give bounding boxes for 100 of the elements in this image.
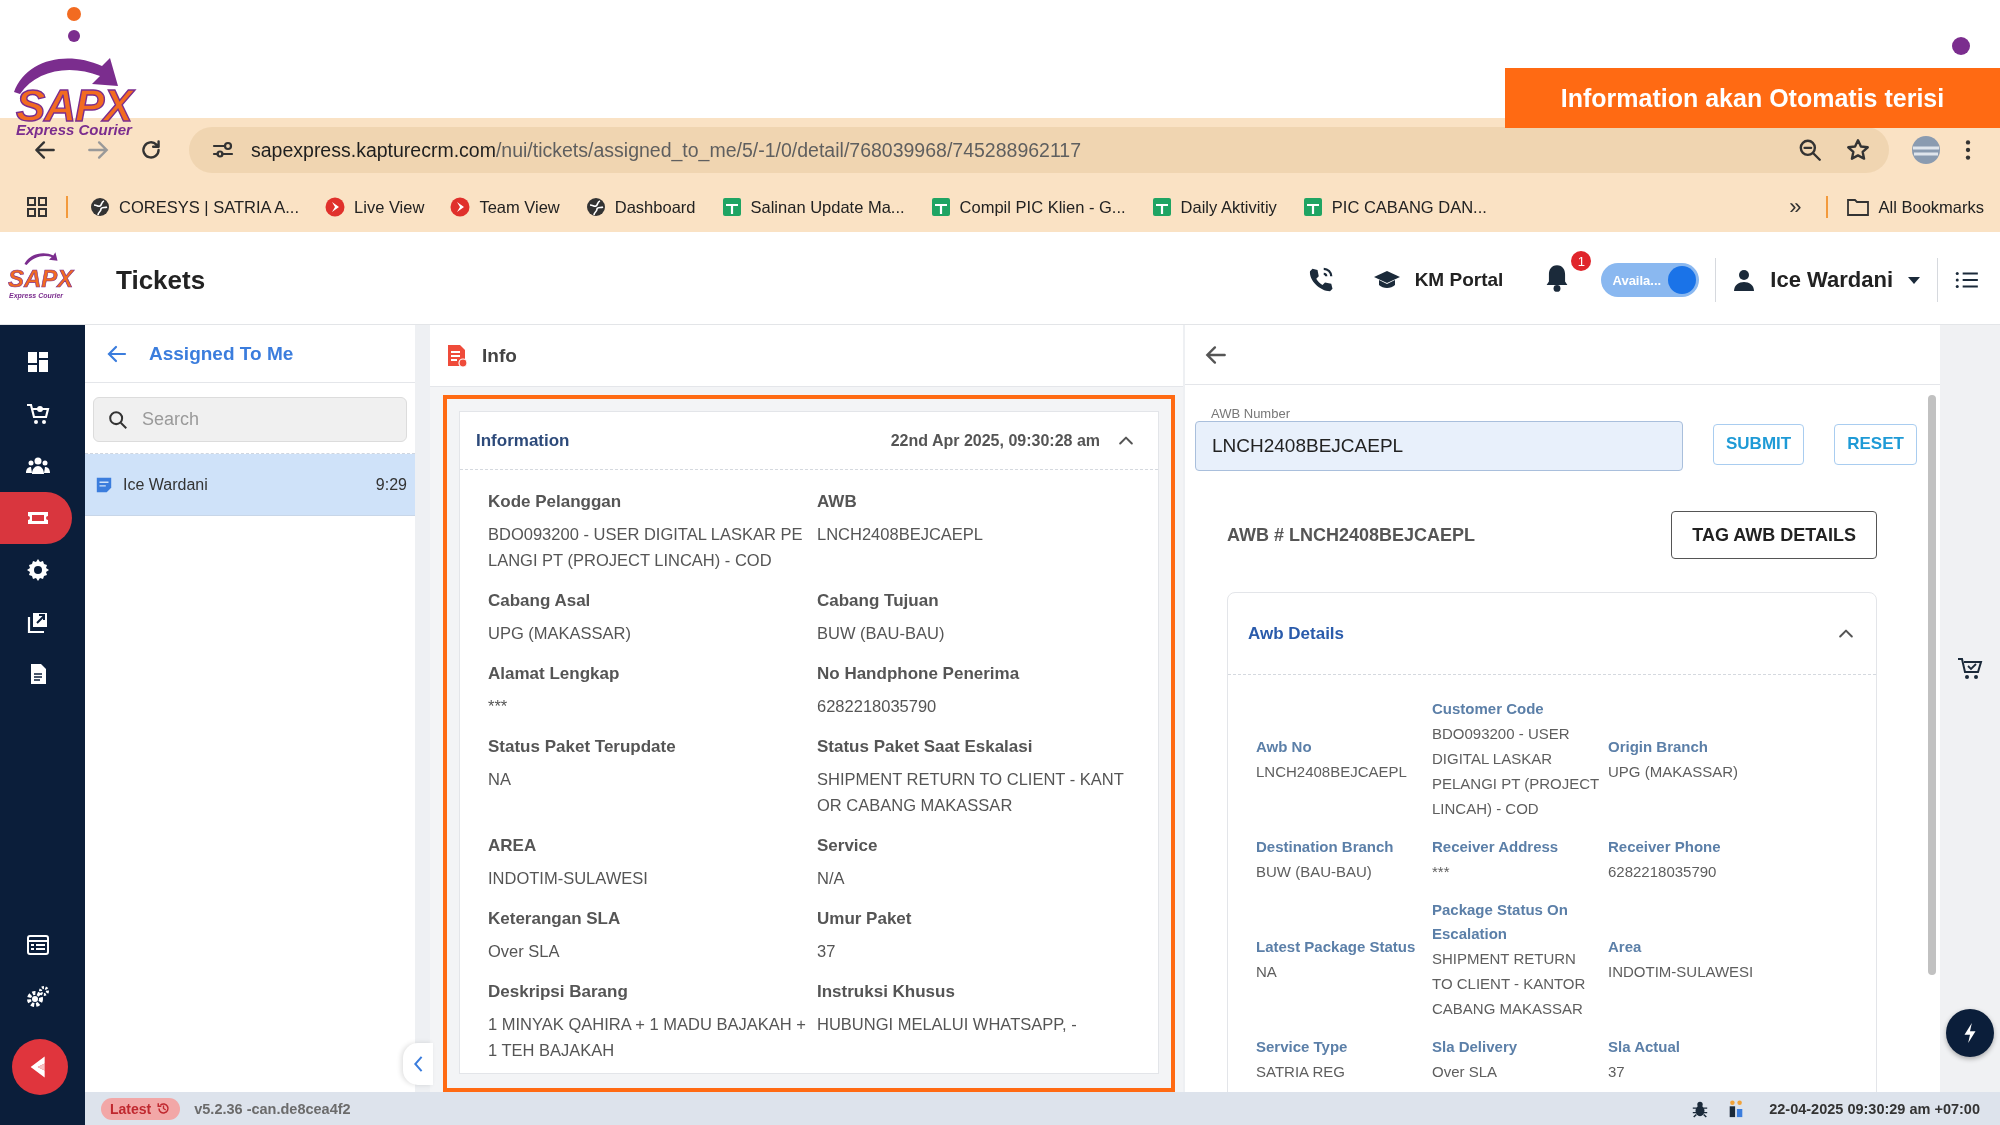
apps-icon[interactable] (26, 196, 48, 218)
gears-icon (26, 985, 50, 1009)
field-value: BUW (BAU-BAU) (817, 623, 946, 644)
field-value: INDOTIM-SULAWESI (488, 868, 649, 889)
field-label: Sla Delivery (1432, 1037, 1519, 1057)
bug-icon[interactable] (1691, 1099, 1710, 1118)
bookmark[interactable]: Live View (325, 197, 425, 217)
field-label: Latest Package Status (1256, 937, 1417, 957)
field-label: Area (1608, 937, 1643, 957)
spreadsheet-icon (930, 197, 951, 217)
field-value: NA (1256, 962, 1278, 982)
graduation-cap-icon (1372, 269, 1401, 291)
field-label: Status Paket Saat Eskalasi (817, 736, 1034, 758)
field-label: Service Type (1256, 1037, 1349, 1057)
field-label: Umur Paket (817, 908, 913, 930)
awb-number-field[interactable]: LNCH2408BEJCAEPL (1195, 421, 1683, 471)
field-value: INDOTIM-SULAWESI (1608, 962, 1755, 982)
logo-name: SAPX (8, 267, 74, 291)
field-label: AWB Number (1210, 407, 1291, 421)
bookmark[interactable]: CORESYS | SATRIA A... (90, 197, 300, 217)
spreadsheet-icon (1151, 197, 1172, 217)
field-value: NA (488, 769, 512, 790)
field-value: 1 MINYAK QAHIRA + 1 MADU BAJAKAH + 1 TEH BAJAKAH (488, 1014, 807, 1061)
field-value: LNCH2408BEJCAEPL (1256, 761, 1408, 782)
app-launcher-button[interactable] (12, 1039, 68, 1095)
field-value: BDO093200 - USER DIGITAL LASKAR PELANGI PT (PROJECT LINCAH) - COD (488, 524, 804, 571)
bookmark[interactable]: Compil PIC Klien - G... (930, 197, 1126, 217)
field-value: UPG (MAKASSAR) (488, 623, 633, 644)
field-value: LNCH2408BEJCAEPL (817, 524, 984, 545)
field-value: BDO093200 - USER DIGITAL LASKAR PELANGI PT (PROJECT LINCAH) - COD (1432, 724, 1600, 819)
field-label: Receiver Phone (1608, 837, 1722, 857)
quick-action-button[interactable] (1946, 1009, 1994, 1057)
notification-badge: 1 (1571, 251, 1592, 271)
zoom-icon[interactable] (1797, 137, 1823, 163)
all-bookmarks[interactable]: All Bookmarks (1845, 197, 1984, 217)
field-value: SATRIA REG (1256, 1062, 1346, 1082)
field-value: SHIPMENT RETURN TO CLIENT - KANTOR CABANG MAKASSAR (817, 769, 1125, 816)
spreadsheet-icon (1302, 197, 1323, 217)
bookmark[interactable]: PIC CABANG DAN... (1302, 197, 1487, 217)
field-label: Instruksi Khusus (817, 981, 956, 1003)
export-icon (26, 610, 50, 634)
cart-icon[interactable] (1957, 657, 1983, 681)
app-logo-icon (325, 197, 346, 217)
field-label: Origin Branch (1608, 736, 1709, 757)
field-label: Awb No (1256, 736, 1313, 757)
bookmark[interactable]: Dashboard (585, 197, 696, 217)
field-value: UPG (MAKASSAR) (1608, 761, 1740, 782)
card-title: Awb Details (1248, 623, 1345, 644)
version-text: v5.2.36 -can.de8cea4f2 (194, 1100, 351, 1117)
card-title: Information (476, 430, 570, 451)
field-value: HUBUNGI MELALUI WHATSAPP, - (817, 1014, 1078, 1035)
panel-title: Assigned To Me (149, 342, 294, 365)
cart-icon (26, 402, 50, 426)
version-badge: Latest (101, 1097, 181, 1120)
gear-icon (26, 558, 50, 582)
field-value: N/A (817, 868, 846, 889)
bookmark[interactable]: Salinan Update Ma... (721, 197, 905, 217)
table-icon (26, 933, 50, 957)
app-logo-icon (450, 197, 471, 217)
field-value: Over SLA (1432, 1062, 1499, 1082)
ticket-item[interactable]: Ice Wardani 9:29 (85, 454, 415, 516)
field-label: Service (817, 835, 879, 857)
bookmark[interactable]: Daily Aktivitiy (1151, 197, 1277, 217)
field-label: Customer Code (1432, 699, 1545, 719)
address-bar[interactable]: sapexpress.kapturecrm.com/nui/tickets/assigned_to_me/5/-1/0/detail/768039968/745288962117 (189, 127, 1889, 173)
field-value: SHIPMENT RETURN TO CLIENT - KANTOR CABANG MAKASSAR (1432, 949, 1587, 1019)
field-label: Alamat Lengkap (488, 663, 621, 685)
field-label: Status Paket Terupdate (488, 736, 677, 758)
dashboard-icon (26, 350, 50, 374)
field-value: 37 (817, 941, 837, 962)
globe-icon (90, 197, 110, 217)
star-icon[interactable] (1845, 137, 1871, 163)
user-menu[interactable]: Ice Wardani (1732, 267, 1921, 293)
caret-icon (1907, 275, 1921, 285)
search-icon (107, 409, 129, 431)
bookmarks-overflow[interactable]: » (1789, 194, 1802, 220)
field-value: *** (1432, 862, 1451, 882)
chevron-icon (412, 1055, 424, 1073)
awb-heading: AWB # LNCH2408BEJCAEPL (1227, 524, 1476, 546)
field-label: AREA (488, 835, 538, 857)
field-label: Keterangan SLA (488, 908, 622, 930)
globe-icon (585, 197, 606, 217)
field-value: 6282218035790 (817, 696, 938, 717)
tag-awb-details-button[interactable]: TAG AWB DETAILS (1671, 511, 1877, 559)
bookmark[interactable]: Team View (450, 197, 560, 217)
info-document-icon (446, 343, 468, 368)
nav-item[interactable] (0, 492, 72, 544)
field-value: 6282218035790 (1608, 862, 1718, 882)
field-label: No Handphone Penerima (817, 663, 1021, 685)
field-label: Cabang Asal (488, 590, 592, 612)
timestamp: 22nd Apr 2025, 09:30:28 am (890, 431, 1100, 450)
km-portal-link[interactable]: KM Portal (1372, 269, 1504, 291)
collapse-button[interactable] (403, 1043, 433, 1085)
field-label: Sla Actual (1608, 1037, 1681, 1057)
history-icon (156, 1101, 172, 1116)
field-label: Receiver Address (1432, 837, 1560, 857)
panel-title: Info (482, 344, 517, 367)
field-label: Package Status On Escalation (1432, 900, 1569, 944)
field-label: Kode Pelanggan (488, 491, 623, 513)
search-field[interactable]: Search (93, 397, 407, 442)
